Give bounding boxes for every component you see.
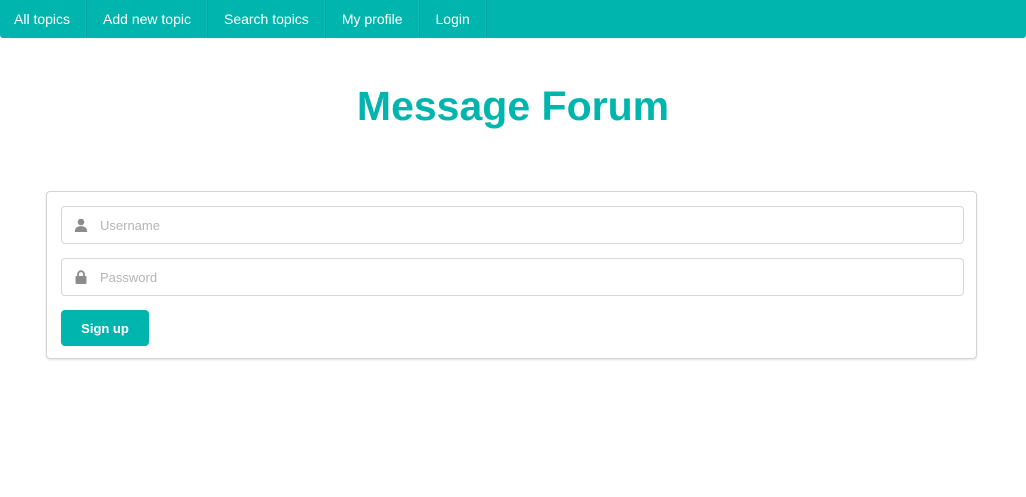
nav-item-search-topics[interactable]: Search topics (208, 0, 326, 38)
signup-form: Sign up (46, 191, 977, 359)
username-field[interactable] (61, 206, 964, 244)
page-title: Message Forum (356, 83, 670, 129)
top-navbar: All topics Add new topic Search topics M… (0, 0, 1026, 38)
lock-icon (62, 259, 100, 295)
sign-up-button[interactable]: Sign up (61, 310, 149, 346)
user-icon (62, 207, 100, 243)
nav-item-all-topics[interactable]: All topics (0, 0, 88, 38)
password-input[interactable] (100, 260, 963, 294)
nav-item-login[interactable]: Login (420, 0, 487, 38)
password-field[interactable] (61, 258, 964, 296)
nav-item-my-profile[interactable]: My profile (326, 0, 420, 38)
username-input[interactable] (100, 208, 963, 242)
nav-item-add-new-topic[interactable]: Add new topic (87, 0, 208, 38)
